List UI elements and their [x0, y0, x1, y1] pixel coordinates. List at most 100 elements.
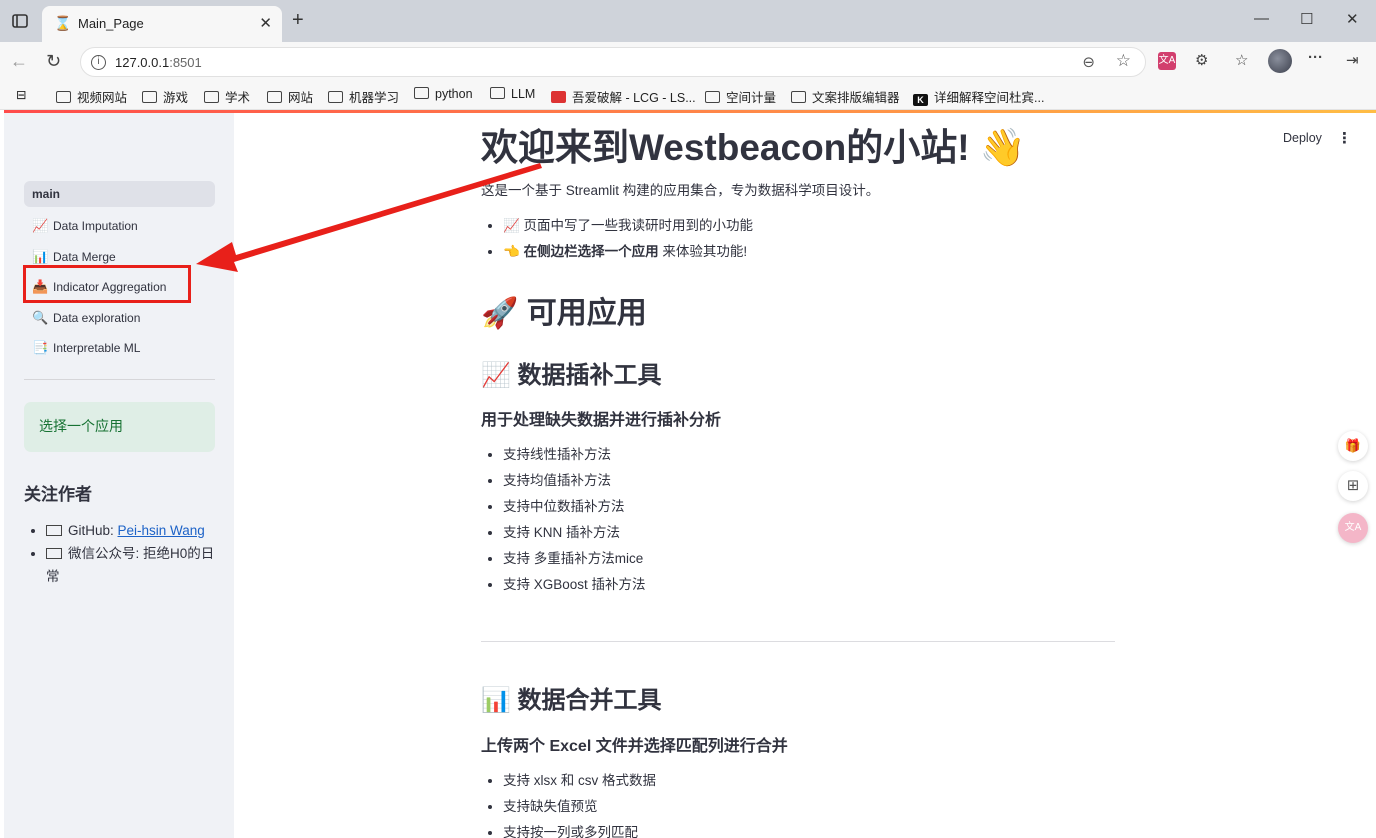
sidebar-item-label: Data Imputation [53, 219, 138, 233]
folder-icon [490, 87, 505, 99]
apps-grid-icon[interactable]: ⊞ [1338, 471, 1368, 501]
folder-icon [142, 91, 157, 103]
chart-increasing-icon: 📈 [32, 218, 49, 233]
extensions-icon[interactable]: ⚙ [1195, 51, 1208, 69]
list-item: 支持 XGBoost 插补方法 [503, 572, 646, 598]
annotation-highlight-box [23, 265, 191, 303]
url-port: :8501 [169, 55, 202, 70]
computer-icon [46, 525, 62, 536]
pointing-left-icon: 👈 [503, 244, 520, 259]
bookmark-item[interactable]: 吾爱破解 - LCG - LS... [551, 87, 696, 106]
bookmark-item[interactable]: 文案排版编辑器 [791, 87, 900, 106]
imputation-heading: 📈 数据插补工具 [481, 362, 662, 389]
folder-icon [414, 87, 429, 99]
folder-icon [328, 91, 343, 103]
list-item: 📈 页面中写了一些我读研时用到的小功能 [503, 213, 753, 239]
bookmark-item[interactable]: LLM [490, 87, 535, 101]
favorites-icon[interactable]: ☆ [1235, 51, 1248, 69]
folder-icon [705, 91, 720, 103]
folder-icon [791, 91, 806, 103]
site-icon [551, 91, 566, 103]
bookmark-item[interactable]: K 详细解释空间杜宾... [913, 87, 1044, 106]
site-info-icon[interactable]: i [91, 55, 106, 70]
new-tab-icon[interactable]: + [292, 10, 304, 30]
reload-icon[interactable]: ↻ [46, 51, 61, 71]
github-link[interactable]: Pei-hsin Wang [118, 523, 205, 538]
magnifier-icon: 🔍 [32, 309, 49, 325]
sidebar-divider [24, 379, 215, 380]
sidebar-item-interpretable-ml[interactable]: 📑 Interpretable ML [24, 333, 215, 364]
list-item: 支持 多重插补方法mice [503, 546, 646, 572]
list-item: 支持 xlsx 和 csv 格式数据 [503, 768, 656, 794]
hourglass-icon: ⌛ [54, 15, 72, 31]
tab-title: Main_Page [78, 16, 144, 31]
list-item: 支持 KNN 插补方法 [503, 520, 646, 546]
sidebar-item-label: Interpretable ML [53, 341, 141, 356]
main-content: Deploy ⋮ 欢迎来到Westbeacon的小站! 👋 这是一个基于 Str… [234, 113, 1376, 838]
more-menu-icon[interactable]: ··· [1308, 49, 1323, 66]
intro-text: 这是一个基于 Streamlit 构建的应用集合，专为数据科学项目设计。 [481, 183, 880, 198]
translate-float-icon[interactable]: 文A [1338, 513, 1368, 543]
zoom-icon[interactable]: ⊖ [1082, 53, 1095, 71]
gift-icon[interactable]: 🎁 [1338, 431, 1368, 461]
bookmark-item[interactable]: 空间计量 [705, 87, 776, 106]
tab-strip: ⌛ Main_Page ✕ + — ☐ ✕ [0, 0, 1376, 42]
merge-subheading: 上传两个 Excel 文件并选择匹配列进行合并 [481, 738, 788, 755]
info-alert: 选择一个应用 [24, 402, 215, 452]
sidebar-item-label: main [32, 187, 61, 201]
browser-tab[interactable]: ⌛ Main_Page ✕ [42, 6, 282, 42]
favorite-star-icon[interactable]: ☆ [1116, 51, 1131, 71]
computer-icon [46, 548, 62, 559]
page-title: 欢迎来到Westbeacon的小站! 👋 [481, 127, 1026, 168]
url-host: 127.0.0.1 [115, 55, 170, 70]
intro-list: 📈 页面中写了一些我读研时用到的小功能 👈 在侧边栏选择一个应用 来体验其功能! [481, 213, 753, 265]
url-field[interactable]: i 127.0.0.1:8501 ⊖ ☆ [80, 47, 1146, 77]
sidebar-item-label: Data exploration [53, 310, 141, 325]
site-icon: K [913, 94, 928, 106]
bookmark-item[interactable]: 视频网站 [56, 87, 127, 106]
bookmarks-menu-icon[interactable]: ⊟ [16, 87, 26, 102]
main-menu-icon[interactable]: ⋮ [1337, 129, 1352, 147]
folder-icon [204, 91, 219, 103]
folder-icon [56, 91, 71, 103]
maximize-icon[interactable]: ☐ [1300, 10, 1313, 28]
sidebar-item-data-exploration[interactable]: 🔍 Data exploration [24, 303, 215, 334]
follow-author-list: GitHub: Pei-hsin Wang 微信公众号: 拒绝H0的日常 [24, 519, 224, 588]
list-item: 支持按一列或多列匹配 [503, 820, 656, 838]
apps-heading: 🚀 可用应用 [481, 297, 647, 330]
sidebar-item-data-imputation[interactable]: 📈 Data Imputation [24, 211, 215, 242]
bookmark-item[interactable]: 学术 [204, 87, 250, 106]
translate-extension-icon[interactable]: 文A [1158, 52, 1176, 70]
profile-avatar[interactable] [1268, 49, 1292, 73]
window-close-icon[interactable]: ✕ [1346, 10, 1359, 28]
bookmark-item[interactable]: python [414, 87, 473, 101]
list-item: 支持线性插补方法 [503, 442, 646, 468]
list-item: GitHub: Pei-hsin Wang [46, 519, 224, 542]
close-tab-icon[interactable]: ✕ [259, 14, 272, 32]
imputation-feature-list: 支持线性插补方法 支持均值插补方法 支持中位数插补方法 支持 KNN 插补方法 … [481, 442, 646, 598]
merge-heading: 📊 数据合并工具 [481, 687, 662, 714]
deploy-button[interactable]: Deploy [1283, 131, 1322, 145]
list-item: 支持中位数插补方法 [503, 494, 646, 520]
sidebar-panel-icon[interactable]: ⇥ [1346, 51, 1359, 69]
list-item: 支持均值插补方法 [503, 468, 646, 494]
section-divider [481, 641, 1115, 642]
document-icon: 📑 [32, 340, 49, 356]
imputation-subheading: 用于处理缺失数据并进行插补分析 [481, 412, 722, 429]
bookmarks-bar: ⊟ 视频网站 游戏 学术 网站 机器学习 python LLM 吾爱破解 - L… [0, 82, 1376, 110]
sidebar-item-main[interactable]: main [24, 181, 215, 207]
minimize-icon[interactable]: — [1254, 10, 1269, 27]
list-item: 支持缺失值预览 [503, 794, 656, 820]
list-item: 👈 在侧边栏选择一个应用 来体验其功能! [503, 239, 753, 265]
bookmark-item[interactable]: 网站 [267, 87, 313, 106]
follow-author-heading: 关注作者 [24, 485, 92, 504]
sidebar-toggle-icon[interactable] [8, 9, 32, 33]
merge-feature-list: 支持 xlsx 和 csv 格式数据 支持缺失值预览 支持按一列或多列匹配 [481, 768, 656, 838]
app-sidebar: main 📈 Data Imputation 📊 Data Merge 📥 Indic… [4, 113, 234, 838]
folder-icon [267, 91, 282, 103]
back-icon[interactable]: ← [10, 51, 28, 71]
bookmark-item[interactable]: 游戏 [142, 87, 188, 106]
sidebar-item-label: Data Merge [53, 249, 116, 264]
bookmark-item[interactable]: 机器学习 [328, 87, 399, 106]
list-item: 微信公众号: 拒绝H0的日常 [46, 542, 224, 588]
